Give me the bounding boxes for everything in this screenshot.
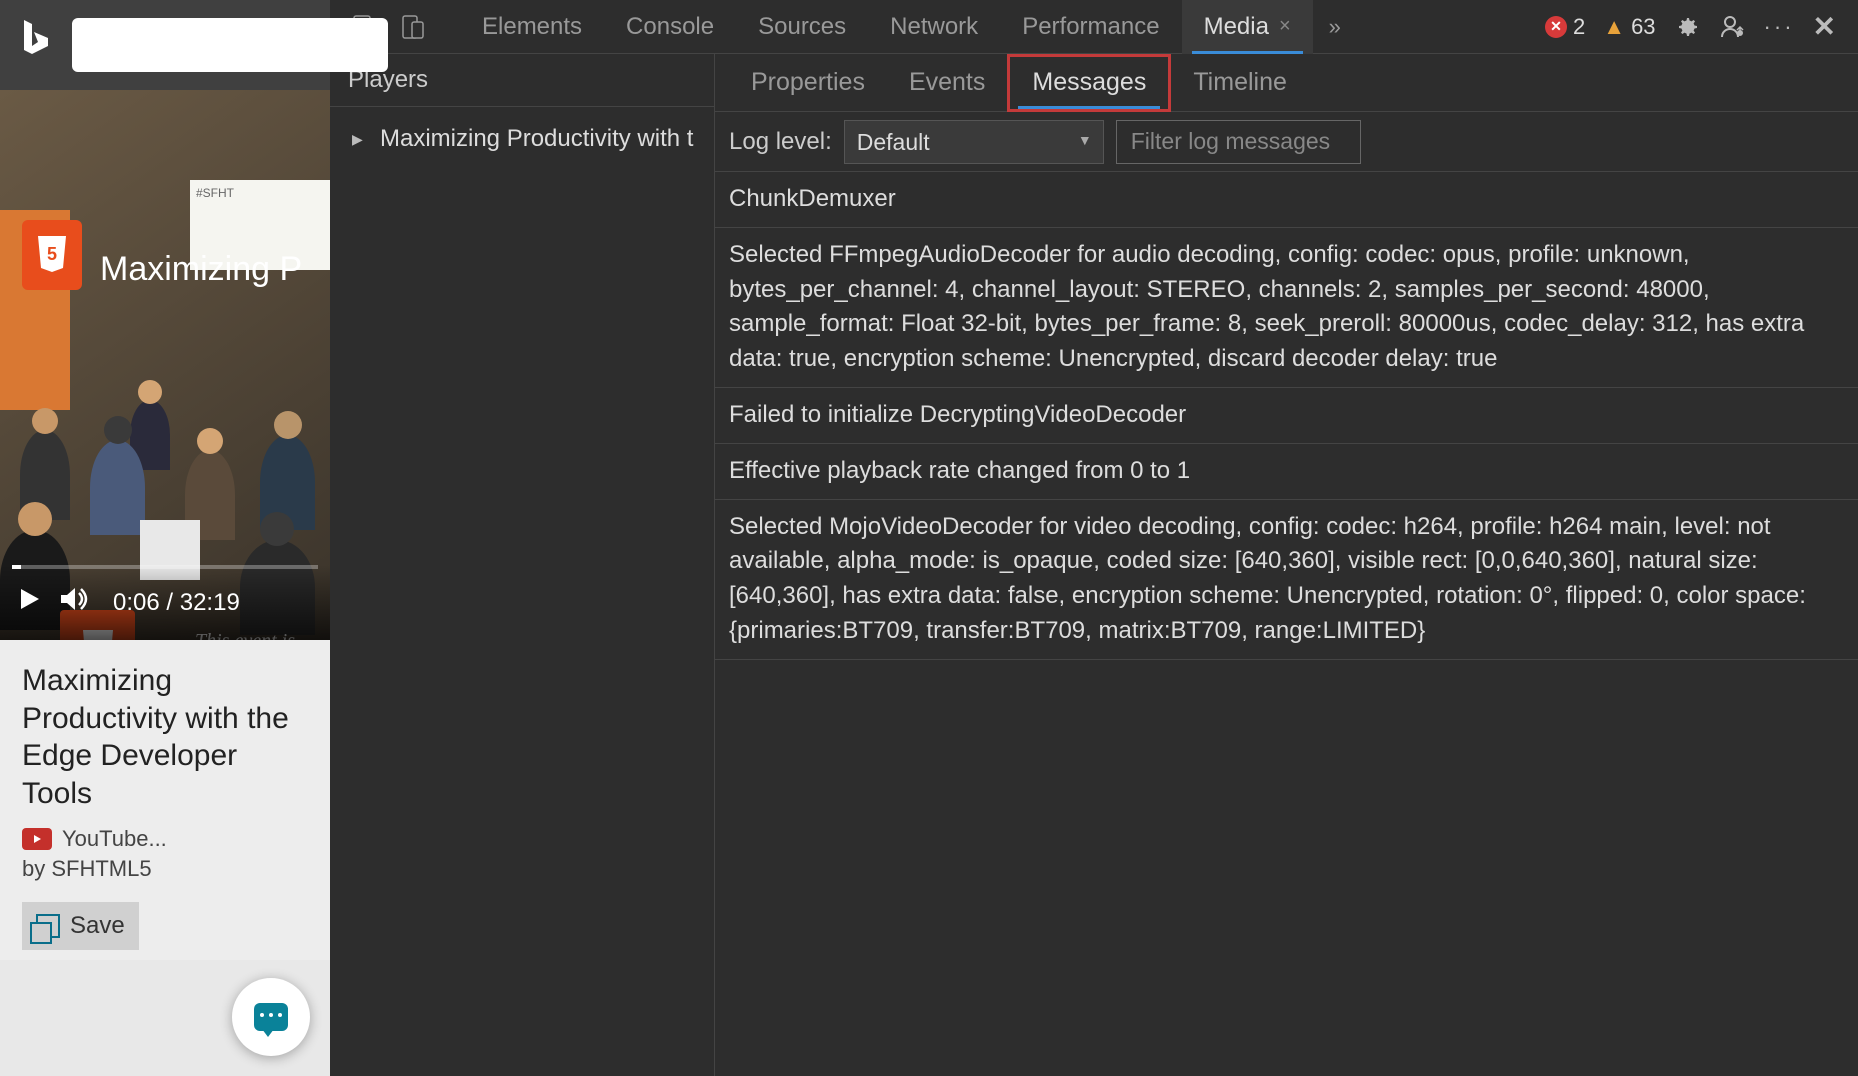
bing-search-input[interactable]: [72, 18, 388, 72]
youtube-icon: [22, 828, 52, 850]
devtools-tab-list: Elements Console Sources Network Perform…: [460, 0, 1313, 54]
subtab-properties[interactable]: Properties: [729, 54, 887, 112]
messages-list: ChunkDemuxer Selected FFmpegAudioDecoder…: [715, 172, 1858, 1076]
media-subtabs: Properties Events Messages Timeline: [715, 54, 1858, 112]
filter-row: Log level: Default: [715, 112, 1858, 172]
tab-network[interactable]: Network: [868, 0, 1000, 54]
log-level-label: Log level:: [729, 128, 832, 156]
profile-icon[interactable]: [1718, 13, 1746, 41]
tab-sources[interactable]: Sources: [736, 0, 868, 54]
more-menu-icon[interactable]: ···: [1764, 14, 1795, 40]
close-devtools-icon[interactable]: ✕: [1813, 10, 1836, 43]
device-toggle-icon[interactable]: [400, 14, 426, 40]
tab-performance[interactable]: Performance: [1000, 0, 1181, 54]
tab-elements[interactable]: Elements: [460, 0, 604, 54]
log-level-select[interactable]: Default: [844, 120, 1104, 164]
video-controls: 0:06 / 32:19: [0, 565, 330, 640]
bing-header: [0, 0, 330, 90]
tab-close-icon[interactable]: ×: [1279, 15, 1291, 38]
play-button-icon[interactable]: [15, 585, 43, 620]
video-time: 0:06 / 32:19: [113, 589, 240, 617]
subtab-timeline[interactable]: Timeline: [1171, 54, 1309, 112]
player-list: Maximizing Productivity with t: [330, 107, 714, 171]
filter-log-input[interactable]: [1116, 120, 1361, 164]
chat-icon: [254, 1003, 288, 1031]
message-row: Effective playback rate changed from 0 t…: [715, 444, 1858, 500]
tab-media[interactable]: Media×: [1182, 0, 1313, 54]
message-row: ChunkDemuxer: [715, 172, 1858, 228]
save-icon: [36, 914, 60, 938]
video-player[interactable]: #SFHT 5 Maximizing P 5 This event is G: [0, 90, 330, 640]
source-label: YouTube...: [62, 826, 167, 852]
subtab-events[interactable]: Events: [887, 54, 1007, 112]
html5-badge-icon: 5: [22, 220, 82, 290]
bing-logo-icon: [18, 18, 54, 72]
message-row: Selected MojoVideoDecoder for video deco…: [715, 500, 1858, 660]
video-overlay-title: Maximizing P: [100, 250, 330, 289]
video-author: by SFHTML5: [22, 856, 308, 882]
subtab-messages[interactable]: Messages: [1007, 54, 1171, 112]
video-progress-bar[interactable]: [12, 565, 318, 569]
devtools-panel: Elements Console Sources Network Perform…: [330, 0, 1858, 1076]
browser-left-pane: #SFHT 5 Maximizing P 5 This event is G: [0, 0, 330, 1076]
detail-pane: Properties Events Messages Timeline Log …: [715, 54, 1858, 1076]
message-row: Failed to initialize DecryptingVideoDeco…: [715, 388, 1858, 444]
video-info: Maximizing Productivity with the Edge De…: [0, 640, 330, 960]
video-title: Maximizing Productivity with the Edge De…: [22, 662, 308, 812]
tab-console[interactable]: Console: [604, 0, 736, 54]
error-count[interactable]: ✕2: [1545, 14, 1585, 40]
screen-hashtag: #SFHT: [190, 180, 330, 206]
tabs-overflow-icon[interactable]: »: [1313, 14, 1357, 40]
players-pane: Players Maximizing Productivity with t: [330, 54, 715, 1076]
warning-count[interactable]: ▲63: [1603, 14, 1655, 40]
video-source[interactable]: YouTube...: [22, 826, 308, 852]
player-item[interactable]: Maximizing Productivity with t: [330, 115, 714, 163]
message-row: Selected FFmpegAudioDecoder for audio de…: [715, 228, 1858, 388]
chat-fab-button[interactable]: [232, 978, 310, 1056]
volume-icon[interactable]: [59, 585, 89, 620]
save-button[interactable]: Save: [22, 902, 139, 950]
settings-icon[interactable]: [1674, 14, 1700, 40]
svg-text:5: 5: [47, 244, 57, 264]
save-label: Save: [70, 912, 125, 940]
devtools-tabbar: Elements Console Sources Network Perform…: [330, 0, 1858, 54]
